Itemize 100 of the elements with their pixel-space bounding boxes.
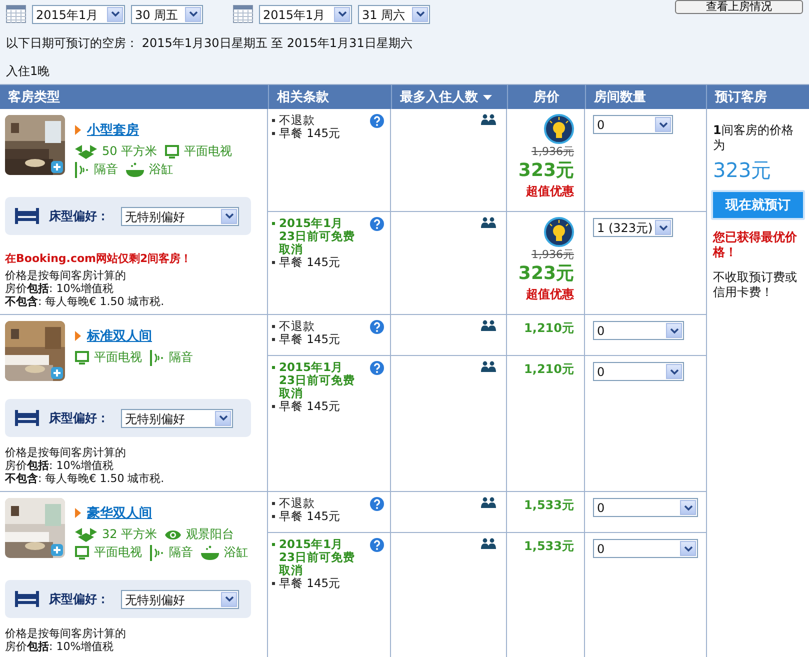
room-price: 323元 — [518, 159, 574, 183]
room-price: 1,210元 — [524, 320, 574, 337]
room-quantity-select[interactable]: 0 — [593, 115, 673, 134]
price-note: 房价包括: 10%增值税 — [5, 282, 115, 295]
policy-item: 2015年1月23日前可免费取消 — [272, 217, 358, 256]
column-header[interactable]: 房间数量 — [594, 88, 646, 106]
help-icon[interactable] — [370, 217, 384, 231]
two-people-icon — [481, 320, 496, 331]
policy-item: 不退款 — [272, 497, 341, 510]
policy-item: 早餐 145元 — [272, 510, 341, 523]
room-quantity-select[interactable]: 0 — [593, 362, 684, 381]
policy-item: 早餐 145元 — [272, 577, 358, 590]
bed-preference-select[interactable]: 无特别偏好 — [121, 408, 233, 428]
two-people-icon — [481, 114, 496, 125]
lightbulb-badge-icon — [544, 114, 574, 144]
cube-icon — [75, 528, 97, 542]
triangle-icon — [75, 508, 81, 518]
price-note: 房价包括: 10%增值税 — [5, 640, 115, 653]
bed-preference-select[interactable]: 无特别偏好 — [121, 590, 239, 608]
room-price: 1,210元 — [524, 361, 574, 378]
room-feature: 50 平方米 — [102, 143, 158, 160]
policy-item: 早餐 145元 — [272, 127, 341, 140]
room-feature: 平面电视 — [94, 349, 142, 366]
room-quantity-select[interactable]: 1 (323元) — [593, 218, 673, 237]
day-select[interactable]: 30 周五 — [131, 4, 203, 24]
sound-waves-icon — [150, 350, 164, 366]
original-price: 1,936元 — [532, 247, 574, 262]
day-select[interactable]: 31 周六 — [358, 4, 430, 24]
bed-preference-label: 床型偏好： — [49, 590, 109, 608]
bed-icon — [15, 410, 39, 426]
two-people-icon — [481, 217, 496, 228]
room-status-button[interactable]: 查看上房情况 — [675, 0, 803, 14]
monitor-icon — [75, 350, 89, 364]
sound-waves-icon — [150, 544, 164, 560]
booking-summary: 1间客房的价格为 — [713, 123, 794, 153]
cube-icon — [75, 144, 97, 158]
room-quantity-select[interactable]: 0 — [593, 539, 698, 558]
rooms-left-warning-text: 在Booking.com网站仅剩2间客房！ — [5, 251, 193, 266]
enlarge-plus-icon[interactable] — [51, 367, 63, 379]
column-header[interactable]: 房价 — [534, 88, 560, 106]
help-icon[interactable] — [370, 320, 384, 334]
monitor-icon — [165, 144, 180, 158]
room-feature: 浴缸 — [149, 161, 173, 178]
price-note: 价格是按每间客房计算的 — [5, 446, 127, 459]
help-icon[interactable] — [370, 538, 384, 552]
month-select[interactable]: 2015年1月 — [259, 4, 352, 24]
room-price: 1,533元 — [524, 497, 574, 514]
availability-text: 以下日期可预订的空房： 2015年1月30日星期五 至 2015年1月31日星期六 — [6, 35, 414, 52]
room-feature: 平面电视 — [94, 544, 142, 561]
lightbulb-badge-icon — [544, 217, 574, 247]
room-price: 323元 — [518, 262, 574, 286]
policy-item: 不退款 — [272, 320, 341, 333]
total-price: 323元 — [713, 157, 772, 184]
room-feature: 浴缸 — [224, 544, 248, 561]
policy-item: 2015年1月23日前可免费取消 — [272, 361, 358, 400]
best-price-notice: 您已获得最优价格！ — [713, 230, 798, 260]
column-header[interactable]: 预订客房 — [715, 88, 767, 106]
triangle-icon — [75, 331, 81, 341]
policy-item: 2015年1月23日前可免费取消 — [272, 538, 358, 577]
room-feature: 隔音 — [169, 349, 193, 366]
column-header[interactable]: 客房类型 — [8, 88, 60, 106]
enlarge-plus-icon[interactable] — [51, 544, 63, 556]
room-feature: 32 平方米 — [102, 526, 158, 543]
no-fee-notice: 不收取预订费或信用卡费！ — [713, 270, 798, 300]
calendar-icon[interactable] — [6, 5, 26, 23]
help-icon[interactable] — [370, 497, 384, 511]
price-note: 不包含: 每人每晚€ 1.50 城市税. — [5, 472, 166, 485]
room-price: 1,533元 — [524, 538, 574, 555]
bed-preference-select[interactable]: 无特别偏好 — [121, 206, 239, 226]
monitor-icon — [75, 546, 89, 560]
column-header[interactable]: 最多入住人数 — [400, 88, 492, 106]
room-feature: 平面电视 — [184, 143, 232, 160]
price-note: 价格是按每间客房计算的 — [5, 627, 127, 640]
bathtub-icon — [201, 544, 219, 560]
two-people-icon — [481, 361, 496, 372]
deal-label: 超值优惠 — [526, 286, 574, 303]
sort-arrow-icon[interactable] — [483, 94, 492, 100]
price-note: 价格是按每间客房计算的 — [5, 269, 127, 282]
two-people-icon — [481, 538, 496, 549]
room-feature: 隔音 — [94, 161, 118, 178]
sound-waves-icon — [75, 162, 89, 178]
room-name-link[interactable]: 标准双人间 — [87, 327, 152, 345]
price-note: 房价包括: 10%增值税 — [5, 459, 115, 472]
help-icon[interactable] — [370, 114, 384, 128]
triangle-icon — [75, 125, 81, 135]
enlarge-plus-icon[interactable] — [51, 161, 63, 173]
original-price: 1,936元 — [532, 144, 574, 159]
help-icon[interactable] — [370, 361, 384, 375]
bed-preference-label: 床型偏好： — [49, 208, 109, 224]
column-header[interactable]: 相关条款 — [277, 88, 329, 106]
room-quantity-select[interactable]: 0 — [593, 321, 684, 340]
deal-label: 超值优惠 — [526, 183, 574, 200]
calendar-icon[interactable] — [233, 5, 253, 23]
month-select[interactable]: 2015年1月 — [32, 4, 125, 24]
policy-item: 早餐 145元 — [272, 256, 358, 269]
room-quantity-select[interactable]: 0 — [593, 498, 698, 517]
eye-icon — [165, 528, 182, 540]
policy-item: 早餐 145元 — [272, 333, 341, 346]
room-name-link[interactable]: 豪华双人间 — [87, 504, 152, 522]
room-name-link[interactable]: 小型套房 — [87, 121, 139, 139]
